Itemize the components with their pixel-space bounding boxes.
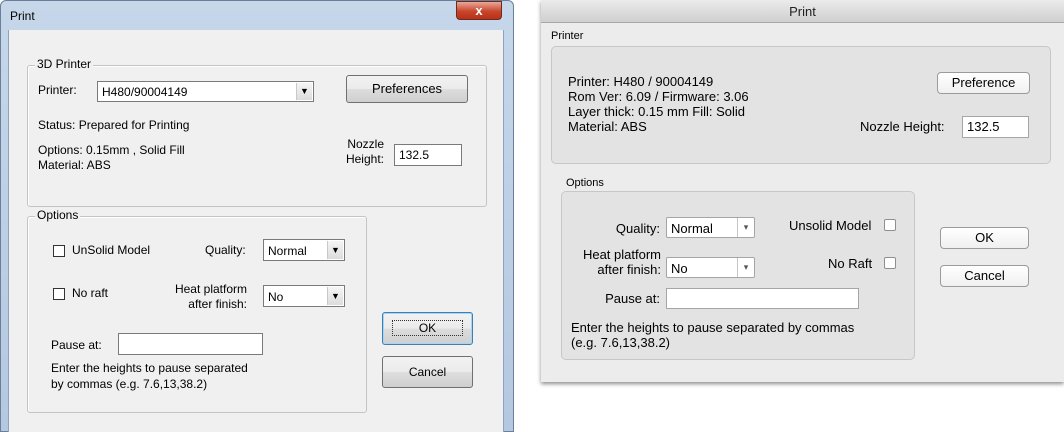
printer-group-legend: 3D Printer bbox=[35, 57, 94, 71]
window-title: Print bbox=[10, 9, 35, 23]
heat-label-line2: after finish: bbox=[597, 262, 661, 277]
no-raft-checkbox[interactable] bbox=[884, 257, 896, 269]
quality-select-value: Normal bbox=[671, 221, 713, 236]
chevron-down-icon[interactable]: ▼ bbox=[327, 287, 343, 305]
pause-at-label: Pause at: bbox=[605, 291, 660, 306]
quality-select-value: Normal bbox=[268, 244, 307, 258]
cancel-button[interactable]: Cancel bbox=[382, 356, 473, 388]
printer-section-label: Printer bbox=[551, 30, 584, 42]
nozzle-height-label: Nozzle Height: bbox=[860, 119, 945, 134]
layer-thickness-line: Layer thick: 0.15 mm Fill: Solid bbox=[568, 104, 746, 119]
no-raft-label: No Raft bbox=[828, 256, 873, 271]
printer-line: Printer: H480 / 90004149 bbox=[568, 74, 714, 89]
pause-at-label: Pause at: bbox=[51, 338, 102, 352]
printer-select[interactable]: H480/90004149 ▼ bbox=[97, 81, 314, 102]
windows-print-dialog: Print x 3D Printer Printer: H480/9000414… bbox=[0, 0, 514, 432]
printer-options-text: Options: 0.15mm , Solid Fill bbox=[38, 143, 185, 157]
heat-platform-select[interactable]: No ▼ bbox=[263, 285, 345, 307]
pause-at-input[interactable] bbox=[118, 333, 263, 355]
pause-hint-line2: by commas (e.g. 7.6,13,38.2) bbox=[51, 377, 208, 391]
material-line: Material: ABS bbox=[568, 119, 647, 134]
nozzle-label-line2: Height: bbox=[345, 152, 384, 166]
no-raft-checkbox[interactable] bbox=[53, 288, 65, 300]
pause-hint-line2: (e.g. 7.6,13,38.2) bbox=[571, 335, 671, 350]
printer-status-text: Status: Prepared for Printing bbox=[38, 118, 190, 132]
printer-label: Printer: bbox=[38, 83, 77, 97]
heat-label-line1: Heat platform bbox=[174, 282, 247, 296]
heat-label-line2: after finish: bbox=[188, 297, 247, 311]
window-title: Print bbox=[789, 4, 816, 19]
preferences-button[interactable]: Preferences bbox=[346, 75, 468, 103]
ok-button[interactable]: OK bbox=[940, 227, 1029, 249]
options-group-legend: Options bbox=[35, 208, 81, 222]
nozzle-height-input[interactable]: 132.5 bbox=[962, 116, 1029, 138]
chevron-down-icon[interactable]: ▾ bbox=[737, 258, 754, 277]
nozzle-height-label: Nozzle Height: bbox=[344, 137, 384, 167]
no-raft-label: No raft bbox=[72, 286, 109, 300]
heat-platform-label: Heat platform after finish: bbox=[555, 247, 661, 277]
mac-print-dialog: Print Printer Printer: H480 / 90004149 R… bbox=[541, 0, 1064, 384]
quality-select[interactable]: Normal ▼ bbox=[263, 239, 345, 261]
quality-select[interactable]: Normal ▾ bbox=[666, 217, 755, 238]
quality-label: Quality: bbox=[205, 243, 246, 257]
rom-version-line: Rom Ver: 6.09 / Firmware: 3.06 bbox=[568, 89, 749, 104]
unsolid-model-checkbox[interactable] bbox=[884, 219, 896, 231]
heat-platform-select-value: No bbox=[671, 261, 688, 276]
heat-label-line1: Heat platform bbox=[582, 247, 661, 262]
pause-at-input[interactable] bbox=[666, 288, 859, 309]
chevron-down-icon[interactable]: ▼ bbox=[327, 241, 343, 259]
ok-button[interactable]: OK bbox=[382, 312, 473, 345]
heat-platform-select[interactable]: No ▾ bbox=[666, 257, 755, 278]
heat-platform-select-value: No bbox=[268, 290, 284, 304]
unsolid-model-label: UnSolid Model bbox=[72, 243, 151, 257]
nozzle-height-input[interactable]: 132.5 bbox=[394, 144, 462, 166]
preference-button[interactable]: Preference bbox=[937, 72, 1030, 94]
close-button[interactable]: x bbox=[456, 1, 502, 20]
printer-select-value: H480/90004149 bbox=[102, 85, 188, 99]
chevron-down-icon[interactable]: ▼ bbox=[296, 83, 312, 100]
nozzle-label-line1: Nozzle bbox=[347, 137, 384, 151]
pause-hint-line1: Enter the heights to pause separated bbox=[51, 361, 248, 375]
pause-hint-line1: Enter the heights to pause separated by … bbox=[571, 320, 855, 335]
options-section-label: Options bbox=[566, 177, 604, 189]
cancel-button[interactable]: Cancel bbox=[940, 265, 1029, 287]
unsolid-model-checkbox[interactable] bbox=[53, 245, 65, 257]
printer-material-text: Material: ABS bbox=[38, 158, 111, 172]
close-icon: x bbox=[475, 3, 483, 18]
unsolid-model-label: Unsolid Model bbox=[789, 218, 872, 233]
quality-label: Quality: bbox=[615, 221, 660, 236]
chevron-down-icon[interactable]: ▾ bbox=[737, 218, 754, 237]
ok-button-label: OK bbox=[391, 320, 464, 336]
heat-platform-label: Heat platform after finish: bbox=[150, 282, 247, 312]
